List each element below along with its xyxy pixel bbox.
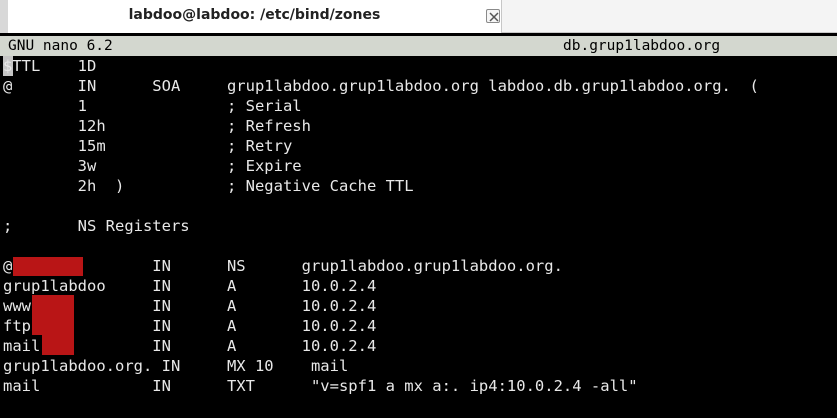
editor-line[interactable]: 12h ; Refresh: [3, 116, 311, 136]
editor-line[interactable]: 15m ; Retry: [3, 136, 293, 156]
window-title: labdoo@labdoo: /etc/bind/zones: [128, 7, 381, 23]
editor-line[interactable]: 2h ) ; Negative Cache TTL: [3, 176, 414, 196]
terminal-area[interactable]: GNU nano 6.2 db.grup1labdoo.org $TTL 1D …: [0, 33, 837, 418]
redaction-block: [42, 335, 74, 355]
text-cursor: [3, 56, 13, 76]
redaction-block: [32, 315, 74, 335]
editor-line[interactable]: $TTL 1D: [3, 56, 96, 76]
window-titlebar[interactable]: labdoo@labdoo: /etc/bind/zones: [0, 0, 837, 33]
editor-line[interactable]: 1 ; Serial: [3, 96, 302, 116]
nano-filename: db.grup1labdoo.org: [563, 38, 721, 54]
editor-line[interactable]: @ IN NS grup1labdoo.grup1labdoo.org.: [3, 256, 563, 276]
editor-line[interactable]: @ IN SOA grup1labdoo.grup1labdoo.org lab…: [3, 76, 759, 96]
editor-line[interactable]: ; NS Registers: [3, 216, 190, 236]
terminal-tab[interactable]: labdoo@labdoo: /etc/bind/zones: [8, 0, 502, 33]
editor-line[interactable]: grup1labdoo.org. IN MX 10 mail: [3, 356, 348, 376]
close-icon[interactable]: [486, 9, 500, 23]
editor-line[interactable]: mail IN TXT "v=spf1 a mx a:. ip4:10.0.2.…: [3, 376, 638, 396]
redaction-block: [13, 257, 83, 276]
redaction-block: [32, 295, 74, 315]
editor-line[interactable]: grup1labdoo IN A 10.0.2.4: [3, 276, 376, 296]
tab-edge: [0, 0, 8, 33]
nano-version: GNU nano 6.2: [8, 38, 113, 54]
editor-line[interactable]: 3w ; Expire: [3, 156, 302, 176]
nano-header-bar: GNU nano 6.2 db.grup1labdoo.org: [0, 36, 837, 56]
